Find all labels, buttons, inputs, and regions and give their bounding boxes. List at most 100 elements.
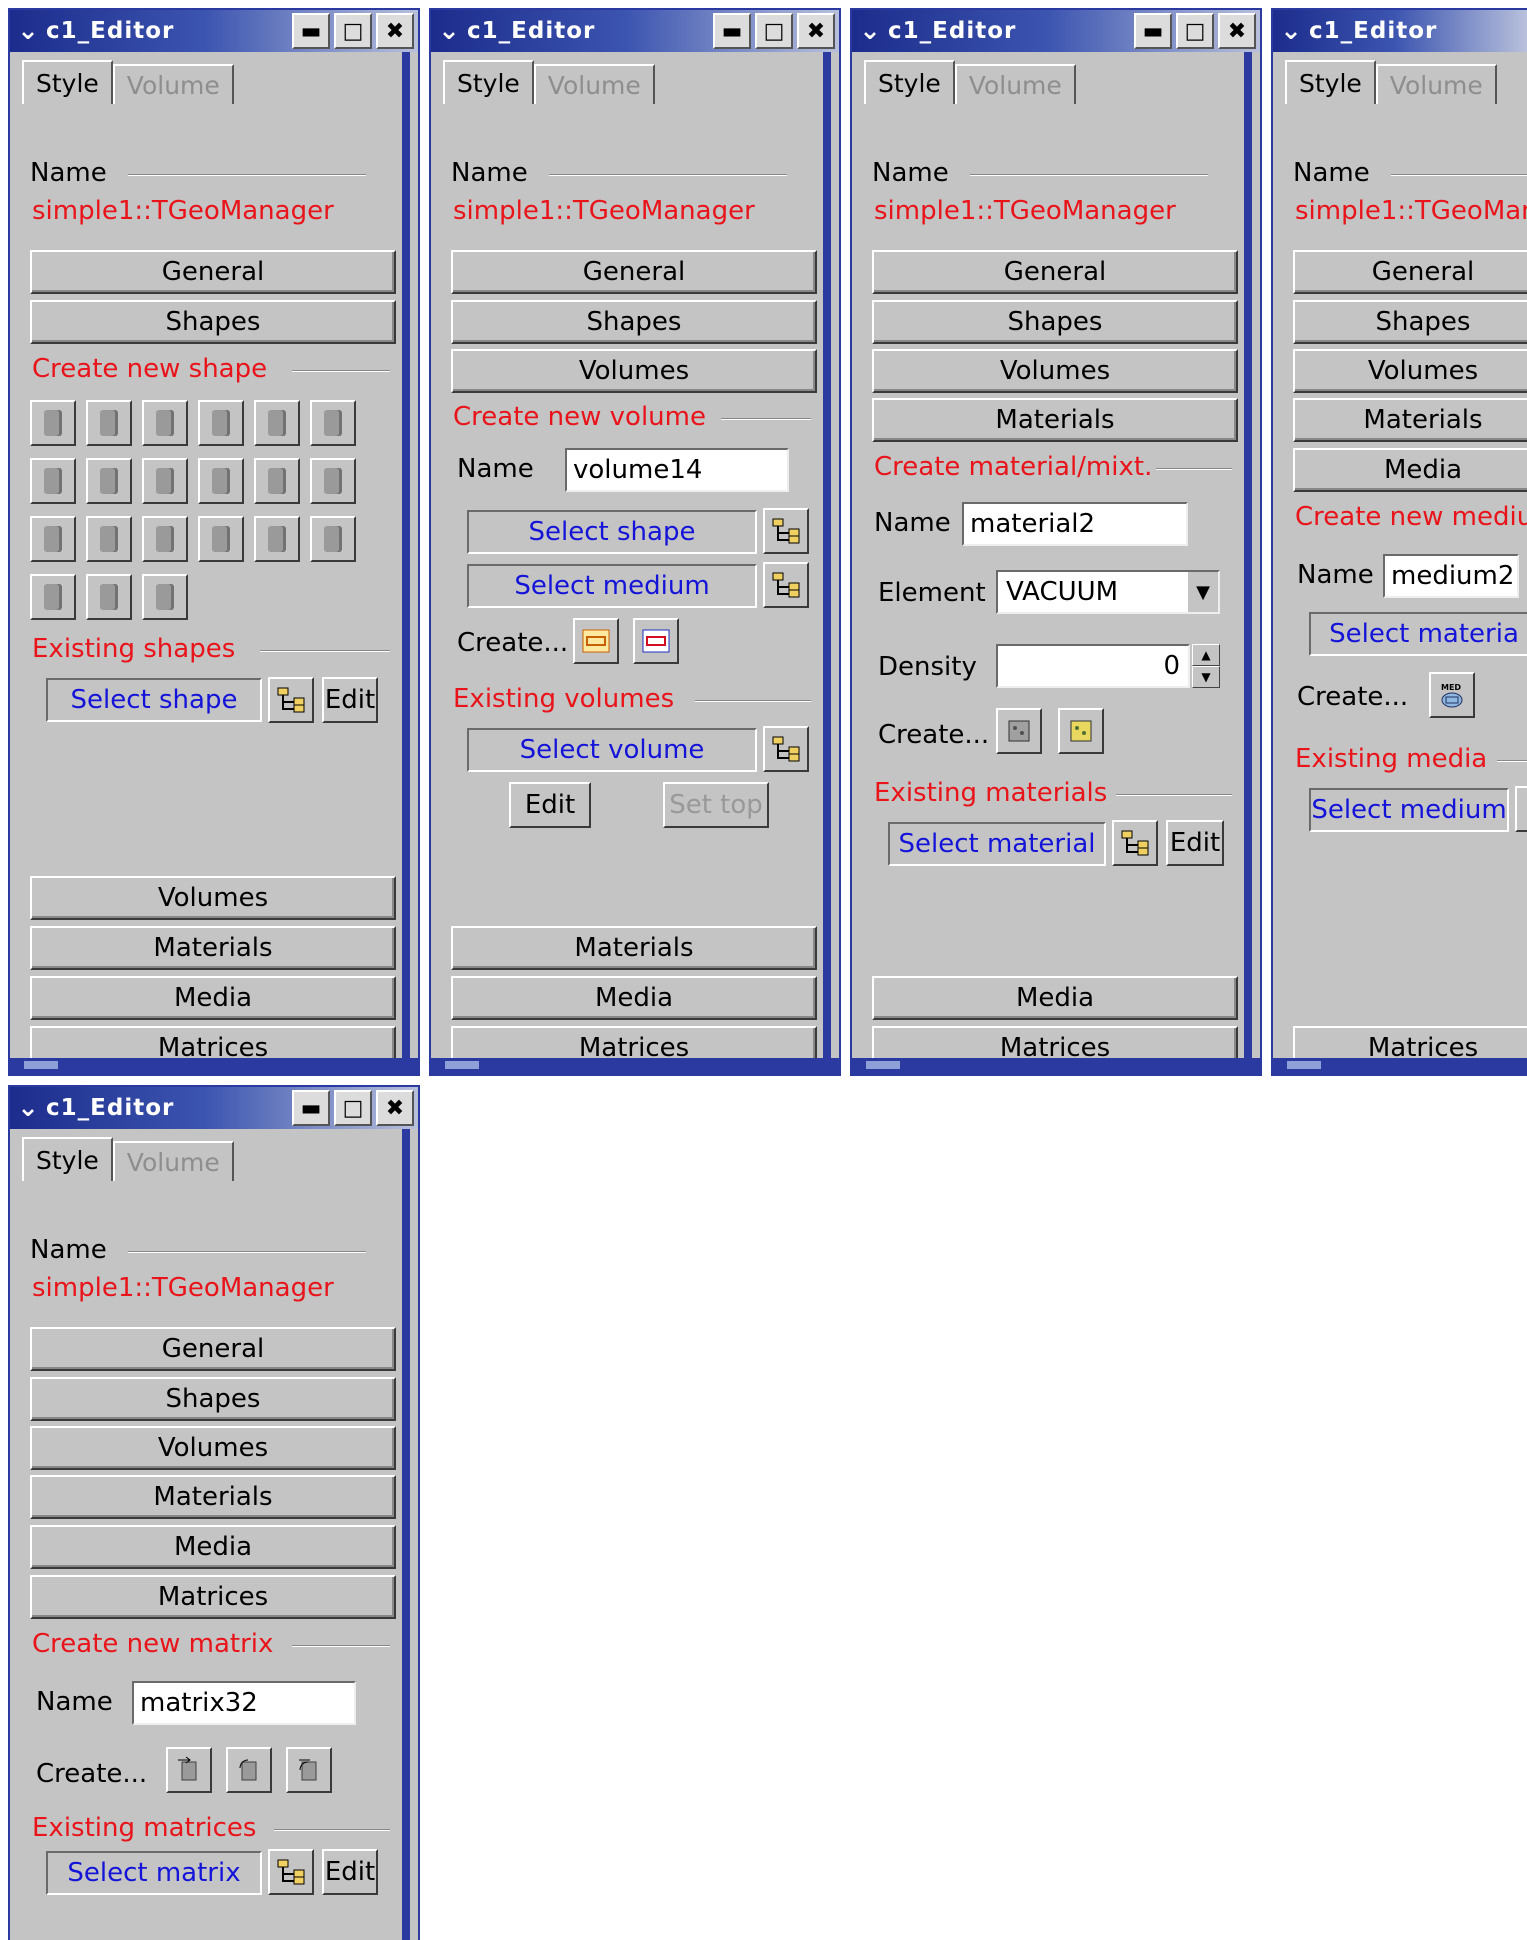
shape-parab-icon[interactable] xyxy=(86,574,132,620)
density-stepper[interactable]: ▲ ▼ xyxy=(1192,644,1220,688)
tab-volume[interactable]: Volume xyxy=(112,1141,234,1181)
section-materials-button[interactable]: Materials xyxy=(451,926,817,970)
tree-browse-icon[interactable] xyxy=(763,562,809,608)
section-general-button[interactable]: General xyxy=(30,250,396,294)
create-translation-icon[interactable] xyxy=(166,1747,212,1793)
shape-sphe-icon[interactable] xyxy=(30,516,76,562)
matrix-name-field[interactable]: matrix32 xyxy=(132,1681,356,1725)
section-shapes-button[interactable]: Shapes xyxy=(30,1377,396,1421)
section-general-button[interactable]: General xyxy=(30,1327,396,1371)
tree-browse-icon[interactable] xyxy=(763,726,809,772)
select-medium-button[interactable]: Select medium xyxy=(467,564,757,608)
section-materials-button[interactable]: Materials xyxy=(30,1475,396,1519)
shape-ctub-icon[interactable] xyxy=(86,516,132,562)
section-general-button[interactable]: General xyxy=(872,250,1238,294)
minimize-icon[interactable]: ▬ xyxy=(292,1090,330,1126)
tab-style[interactable]: Style xyxy=(22,1137,113,1181)
shape-tube-icon[interactable] xyxy=(142,458,188,504)
create-combi-icon[interactable] xyxy=(286,1747,332,1793)
horizontal-scrollbar[interactable] xyxy=(10,1058,418,1074)
section-volumes-button[interactable]: Volumes xyxy=(872,349,1238,393)
shape-trd1-icon[interactable] xyxy=(142,400,188,446)
scroll-thumb[interactable] xyxy=(445,1061,479,1069)
create-volume-icon[interactable] xyxy=(573,618,619,664)
create-rotation-icon[interactable] xyxy=(226,1747,272,1793)
title-bar[interactable]: ⌄ c1_Editor ▬ □ ✖ xyxy=(852,10,1260,52)
horizontal-scrollbar[interactable] xyxy=(1273,1058,1527,1074)
element-dropdown[interactable]: VACUUM ▼ xyxy=(996,570,1220,614)
tree-browse-icon[interactable] xyxy=(268,1849,314,1895)
horizontal-scrollbar[interactable] xyxy=(431,1058,839,1074)
minimize-icon[interactable]: ▬ xyxy=(292,13,330,49)
tab-volume[interactable]: Volume xyxy=(1375,64,1497,104)
section-media-button[interactable]: Media xyxy=(451,976,817,1020)
title-bar[interactable]: ⌄ c1_Editor ▬ □ ✖ xyxy=(10,10,418,52)
chevron-down-icon[interactable]: ⌄ xyxy=(852,12,888,50)
section-media-button[interactable]: Media xyxy=(30,1525,396,1569)
create-mixture-icon[interactable] xyxy=(1058,708,1104,754)
shape-pgon-icon[interactable] xyxy=(310,516,356,562)
section-general-button[interactable]: General xyxy=(1293,250,1527,294)
minimize-icon[interactable]: ▬ xyxy=(1134,13,1172,49)
select-shape-button[interactable]: Select shape xyxy=(467,510,757,554)
section-volumes-button[interactable]: Volumes xyxy=(1293,349,1527,393)
edit-button[interactable]: Edit xyxy=(1166,820,1224,866)
scroll-thumb[interactable] xyxy=(24,1061,58,1069)
shape-trap-icon[interactable] xyxy=(254,400,300,446)
close-icon[interactable]: ✖ xyxy=(376,1090,414,1126)
shape-cone-icon[interactable] xyxy=(254,458,300,504)
tab-style[interactable]: Style xyxy=(22,60,113,104)
vertical-scrollbar[interactable] xyxy=(402,52,410,1058)
tab-volume[interactable]: Volume xyxy=(954,64,1076,104)
shape-trd2-icon[interactable] xyxy=(198,400,244,446)
minimize-icon[interactable]: ▬ xyxy=(713,13,751,49)
section-media-button[interactable]: Media xyxy=(872,976,1238,1020)
section-shapes-button[interactable]: Shapes xyxy=(872,300,1238,344)
section-general-button[interactable]: General xyxy=(451,250,817,294)
tab-volume[interactable]: Volume xyxy=(112,64,234,104)
title-bar[interactable]: ⌄ c1_Editor ▬ □ ✖ xyxy=(10,1087,418,1129)
shape-torus-icon[interactable] xyxy=(198,516,244,562)
close-icon[interactable]: ✖ xyxy=(1218,13,1256,49)
shape-tubs-icon[interactable] xyxy=(198,458,244,504)
section-materials-button[interactable]: Materials xyxy=(30,926,396,970)
tab-style[interactable]: Style xyxy=(443,60,534,104)
shape-arb8-icon[interactable] xyxy=(86,458,132,504)
select-material-button[interactable]: Select material xyxy=(888,822,1106,866)
chevron-up-icon[interactable]: ▲ xyxy=(1192,644,1220,666)
chevron-down-icon[interactable]: ▼ xyxy=(1192,666,1220,688)
tab-style[interactable]: Style xyxy=(1285,60,1376,104)
shape-xtru-icon[interactable] xyxy=(30,458,76,504)
section-shapes-button[interactable]: Shapes xyxy=(30,300,396,344)
select-volume-button[interactable]: Select volume xyxy=(467,728,757,772)
vertical-scrollbar[interactable] xyxy=(823,52,831,1058)
shape-gtra-icon[interactable] xyxy=(310,400,356,446)
tree-browse-icon[interactable] xyxy=(763,508,809,554)
edit-button[interactable]: Edit xyxy=(322,677,378,723)
create-material-icon[interactable] xyxy=(996,708,1042,754)
create-medium-icon[interactable]: MED xyxy=(1429,672,1475,718)
medium-name-field[interactable]: medium2 xyxy=(1383,554,1519,598)
select-medium-button[interactable]: Select medium xyxy=(1309,788,1509,832)
density-field[interactable]: 0 xyxy=(996,644,1190,688)
maximize-icon[interactable]: □ xyxy=(334,13,372,49)
shape-eltu-icon[interactable] xyxy=(142,516,188,562)
chevron-down-icon[interactable]: ⌄ xyxy=(431,12,467,50)
maximize-icon[interactable]: □ xyxy=(334,1090,372,1126)
section-shapes-button[interactable]: Shapes xyxy=(451,300,817,344)
title-bar[interactable]: ⌄ c1_Editor ▬ □ ✖ xyxy=(431,10,839,52)
tree-browse-icon[interactable] xyxy=(1515,786,1527,832)
edit-button[interactable]: Edit xyxy=(509,782,591,828)
edit-button[interactable]: Edit xyxy=(322,1849,378,1895)
create-assembly-icon[interactable] xyxy=(633,618,679,664)
volume-name-field[interactable]: volume14 xyxy=(565,448,789,492)
select-material-button[interactable]: Select materia xyxy=(1309,612,1527,656)
title-bar[interactable]: ⌄ c1_Editor xyxy=(1273,10,1527,52)
shape-para-icon[interactable] xyxy=(86,400,132,446)
scroll-thumb[interactable] xyxy=(866,1061,900,1069)
chevron-down-icon[interactable]: ▼ xyxy=(1186,572,1218,612)
maximize-icon[interactable]: □ xyxy=(1176,13,1214,49)
chevron-down-icon[interactable]: ⌄ xyxy=(10,12,46,50)
section-matrices-button[interactable]: Matrices xyxy=(30,1575,396,1619)
section-materials-button[interactable]: Materials xyxy=(1293,398,1527,442)
